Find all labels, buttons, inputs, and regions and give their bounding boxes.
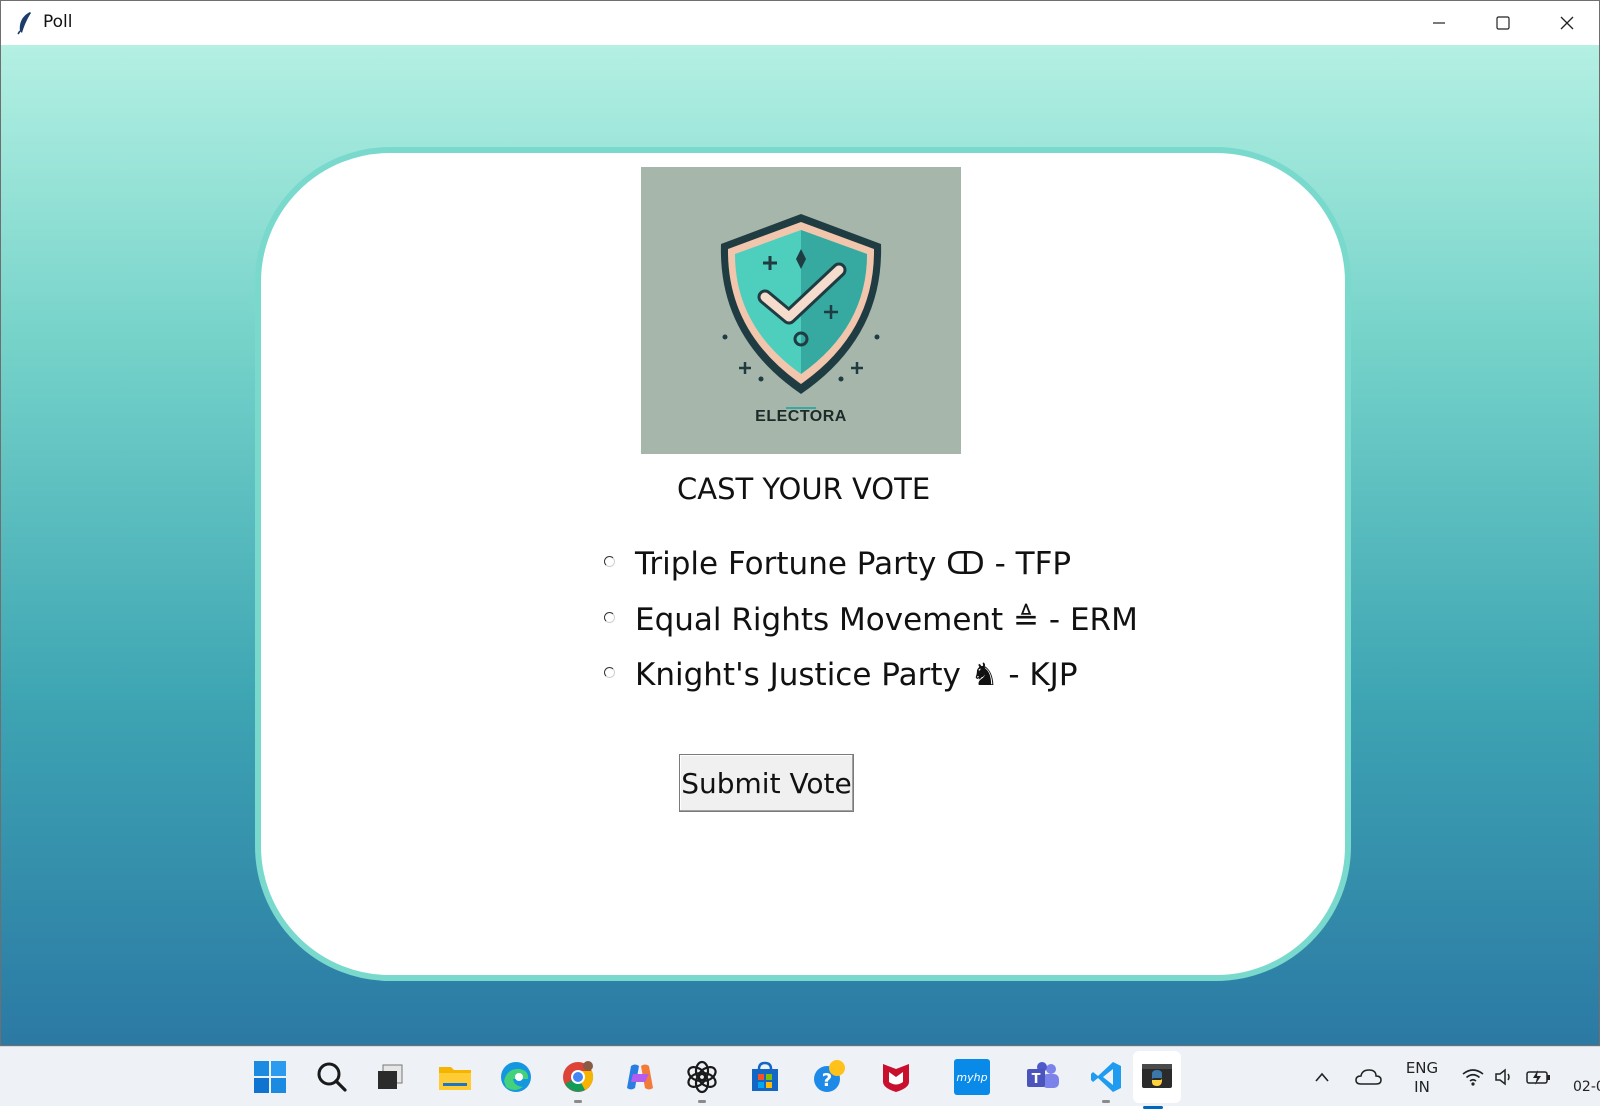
battery-button[interactable] (1524, 1061, 1554, 1093)
title-bar[interactable]: Poll (1, 1, 1599, 45)
copilot-button[interactable] (620, 1057, 660, 1097)
close-button[interactable] (1535, 1, 1599, 45)
submit-vote-button[interactable]: Submit Vote (679, 754, 854, 812)
chatgpt-button[interactable] (682, 1057, 722, 1103)
language-code: ENG (1405, 1059, 1439, 1077)
mcafee-icon (883, 1064, 909, 1092)
close-icon (1560, 16, 1574, 30)
search-button[interactable] (312, 1057, 352, 1097)
python-button[interactable] (1133, 1051, 1181, 1109)
svg-text:T: T (1032, 1072, 1041, 1087)
running-indicator (574, 1100, 582, 1103)
vscode-icon (1091, 1062, 1121, 1092)
taskbar: ? myhp T ENG IN 02- (0, 1046, 1600, 1109)
myhp-icon: myhp (954, 1059, 990, 1095)
battery-charging-icon (1526, 1070, 1550, 1085)
start-button[interactable] (250, 1057, 290, 1097)
file-explorer-button[interactable] (435, 1057, 475, 1097)
volume-button[interactable] (1492, 1061, 1518, 1093)
radio-button[interactable] (604, 611, 615, 623)
speaker-icon (1495, 1068, 1510, 1086)
microsoft-store-icon (752, 1061, 778, 1091)
feather-icon (17, 12, 31, 35)
option-label: Equal Rights Movement ≜ - ERM (635, 602, 1138, 638)
poll-window: Poll ELECTORA CAST YOUR VOTE Triple Fort… (0, 0, 1600, 1046)
teams-button[interactable]: T (1023, 1057, 1063, 1097)
copilot-icon (627, 1064, 653, 1090)
wifi-button[interactable] (1460, 1061, 1486, 1093)
radio-button[interactable] (604, 555, 615, 567)
myhp-button[interactable]: myhp (952, 1057, 992, 1097)
myhp-label: myhp (956, 1070, 988, 1084)
cloud-icon (1355, 1069, 1382, 1085)
teams-icon: T (1027, 1062, 1059, 1088)
maximize-icon (1496, 16, 1510, 30)
python-icon (1142, 1064, 1172, 1088)
search-icon (317, 1062, 347, 1092)
onedrive-button[interactable] (1352, 1061, 1384, 1093)
option-erm[interactable]: Equal Rights Movement ≜ - ERM (604, 598, 1138, 642)
chrome-icon (563, 1061, 594, 1092)
task-view-icon (378, 1064, 403, 1089)
running-indicator (698, 1100, 706, 1103)
task-view-button[interactable] (370, 1057, 410, 1097)
file-explorer-icon (439, 1067, 471, 1090)
windows-start-icon (254, 1061, 286, 1093)
show-hidden-icons-button[interactable] (1308, 1061, 1336, 1093)
wifi-icon (1462, 1069, 1484, 1086)
minimize-button[interactable] (1407, 1, 1471, 45)
chatgpt-icon (687, 1060, 717, 1094)
chrome-button[interactable] (558, 1057, 598, 1103)
electora-logo: ELECTORA (641, 167, 961, 454)
language-indicator[interactable]: ENG IN (1402, 1059, 1442, 1097)
radio-button[interactable] (604, 666, 615, 678)
mcafee-button[interactable] (876, 1057, 916, 1097)
svg-text:?: ? (822, 1070, 832, 1091)
option-label: Knight's Justice Party ♞ - KJP (635, 657, 1078, 693)
edge-icon (501, 1062, 531, 1092)
edge-button[interactable] (496, 1057, 536, 1097)
window-title: Poll (43, 12, 73, 32)
maximize-button[interactable] (1471, 1, 1535, 45)
running-indicator (1102, 1100, 1110, 1103)
minimize-icon (1433, 22, 1445, 24)
get-help-icon: ? (814, 1060, 845, 1092)
microsoft-store-button[interactable] (745, 1057, 785, 1097)
option-kjp[interactable]: Knight's Justice Party ♞ - KJP (604, 653, 1078, 697)
get-help-button[interactable]: ? (810, 1057, 850, 1097)
logo-text: ELECTORA (755, 408, 847, 425)
region-code: IN (1414, 1078, 1430, 1096)
option-tfp[interactable]: Triple Fortune Party ↀ - TFP (604, 542, 1071, 586)
vscode-button[interactable] (1086, 1057, 1126, 1103)
clock-date[interactable]: 02-0 (1573, 1079, 1600, 1095)
poll-heading: CAST YOUR VOTE (677, 472, 931, 506)
option-label: Triple Fortune Party ↀ - TFP (635, 546, 1072, 582)
chevron-up-icon (1315, 1072, 1329, 1082)
